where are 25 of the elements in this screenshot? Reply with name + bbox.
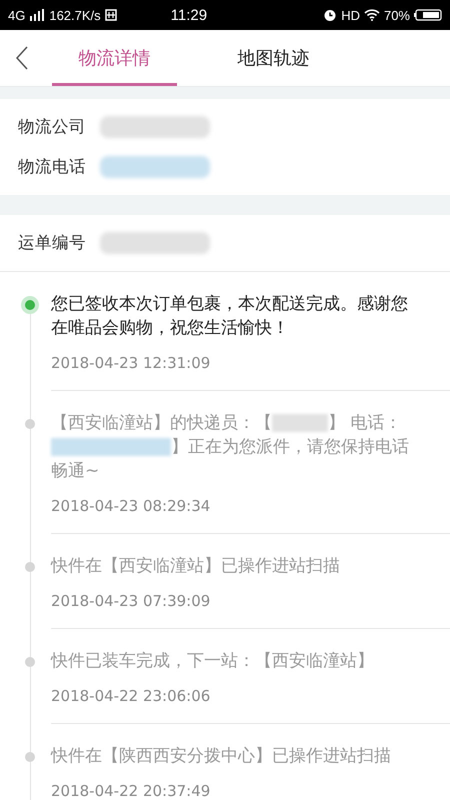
event-time: 2018-04-23 07:39:09 [51, 592, 212, 610]
event-message: 快件已装车完成，下一站：【西安临潼站】 [51, 650, 375, 673]
alarm-clock-icon [323, 8, 338, 22]
back-icon [16, 46, 28, 70]
event-message: 【西安临潼站】的快递员：【 】 电话： 】正在为您派件，请您保持电话畅通~ [51, 412, 410, 483]
hd-indicator: HD [341, 8, 360, 22]
network-type: 4G [8, 8, 26, 22]
wifi-icon [364, 9, 380, 21]
field-label: 物流公司 [18, 116, 86, 138]
field-label: 运单编号 [18, 232, 86, 254]
tab[interactable]: 地图轨迹 [211, 30, 336, 86]
event-time: 2018-04-23 08:29:34 [51, 497, 212, 515]
field-label: 物流电话 [18, 156, 86, 178]
battery-icon [414, 9, 442, 21]
event-time: 2018-04-23 12:31:09 [51, 354, 212, 372]
event-time: 2018-04-22 23:06:06 [51, 687, 212, 705]
clock: 11:29 [170, 6, 208, 24]
battery-level: 70% [384, 8, 410, 22]
event-message: 快件在【陕西西安分拨中心】已操作进站扫描 [51, 745, 392, 768]
event-message: 快件在【西安临潼站】已操作进站扫描 [51, 555, 341, 578]
event-time: 2018-04-22 20:37:49 [51, 782, 212, 800]
event-message: 您已签收本次订单包裹，本次配送完成。感谢您在唯品会购物，祝您生活愉快！ [51, 293, 409, 340]
signal-icon [29, 9, 46, 21]
sim-card-icon [104, 9, 117, 21]
network-speed: 162.7K/s [49, 8, 101, 22]
